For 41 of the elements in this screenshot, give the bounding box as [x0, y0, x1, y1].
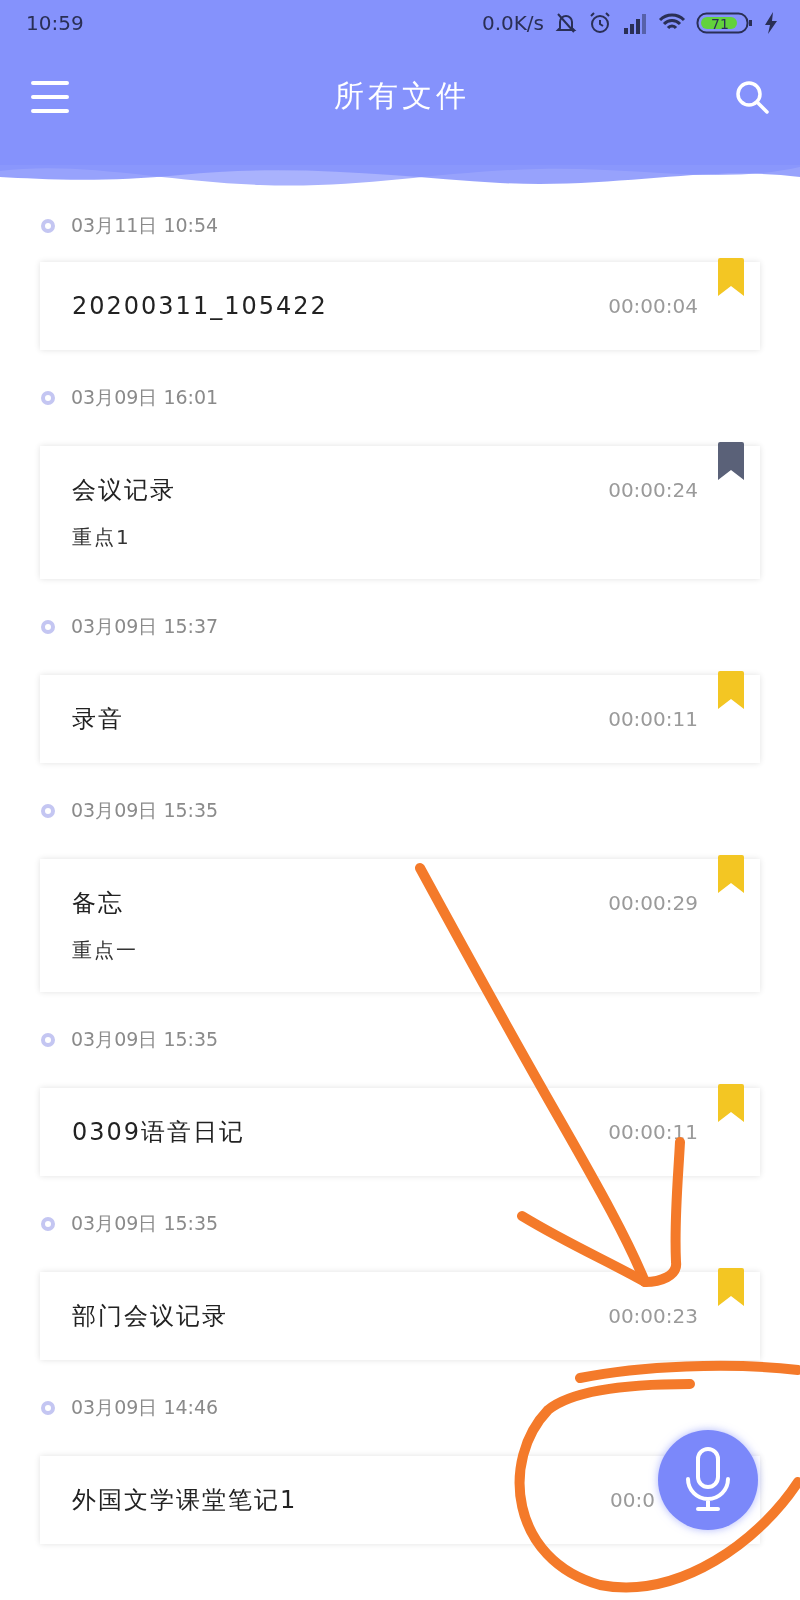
signal-icon [622, 12, 648, 34]
timeline-dot [41, 1401, 55, 1415]
page-title: 所有文件 [334, 77, 470, 115]
recording-title: 外国文学课堂笔记1 [72, 1485, 298, 1516]
recording-date: 03月09日 15:35 [71, 1027, 219, 1052]
recording-note: 重点1 [72, 524, 131, 551]
recording-date: 03月09日 15:35 [71, 798, 219, 823]
recording-date: 03月11日 10:54 [71, 213, 219, 238]
charging-icon [764, 12, 778, 34]
recording-note: 重点一 [72, 937, 138, 964]
recording-title: 备忘 [72, 888, 124, 919]
recording-date: 03月09日 14:46 [71, 1395, 219, 1420]
menu-button[interactable] [30, 79, 70, 114]
recording-title: 0309语音日记 [72, 1117, 246, 1148]
status-time: 10:59 [26, 11, 85, 35]
recording-duration: 00:00:23 [608, 1304, 698, 1328]
recording-duration: 00:00:24 [608, 478, 698, 502]
alarm-icon [588, 11, 612, 35]
recording-date: 03月09日 15:37 [71, 614, 219, 639]
muted-bell-icon [554, 11, 578, 35]
recording-title: 录音 [72, 704, 124, 735]
search-button[interactable] [734, 78, 770, 115]
recording-duration: 00:0 [610, 1488, 656, 1512]
bookmark-icon[interactable] [718, 442, 744, 480]
timeline-dot [41, 1217, 55, 1231]
recording-date: 03月09日 15:35 [71, 1211, 219, 1236]
recording-title: 会议记录 [72, 475, 176, 506]
recording-duration: 00:00:11 [608, 707, 698, 731]
recording-date: 03月09日 16:01 [71, 385, 219, 410]
recording-duration: 00:00:04 [608, 294, 698, 318]
recording-title: 20200311_105422 [72, 292, 328, 320]
timeline-dot [41, 391, 55, 405]
recording-duration: 00:00:11 [608, 1120, 698, 1144]
timeline-dot [41, 620, 55, 634]
network-speed: 0.0K/s [481, 11, 544, 35]
recording-duration: 00:00:29 [608, 891, 698, 915]
timeline-dot [41, 804, 55, 818]
mic-button[interactable] [658, 1430, 758, 1530]
timeline-dot [41, 219, 55, 233]
recording-title: 部门会议记录 [72, 1301, 228, 1332]
timeline-dot [41, 1033, 55, 1047]
